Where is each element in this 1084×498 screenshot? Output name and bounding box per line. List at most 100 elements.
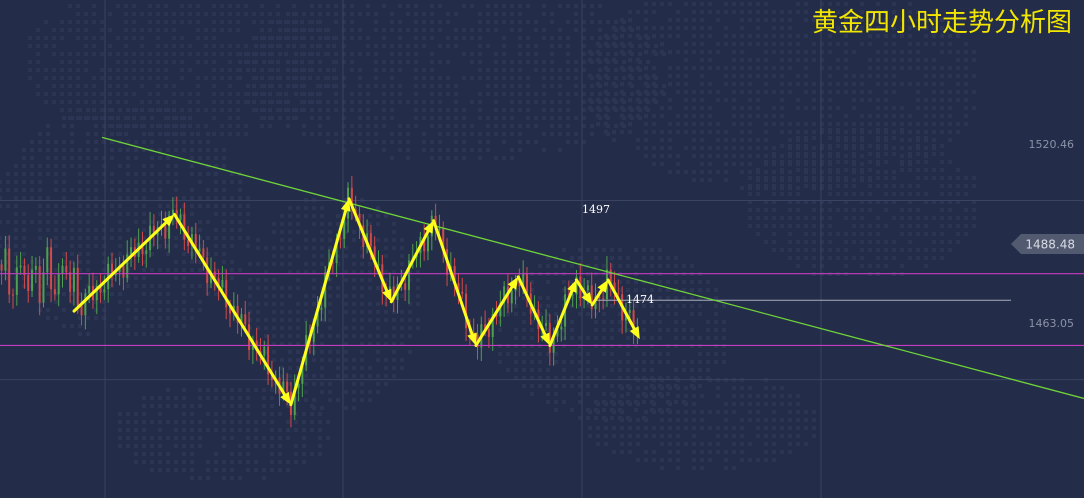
map-dot — [692, 42, 696, 46]
map-dot — [30, 220, 34, 224]
map-dot — [92, 52, 96, 56]
map-dot — [238, 60, 242, 64]
map-dot — [78, 196, 82, 200]
map-dot — [262, 404, 266, 408]
map-dot — [812, 130, 816, 134]
map-dot — [494, 124, 498, 128]
map-dot — [788, 42, 792, 46]
map-dot — [212, 44, 216, 48]
map-dot — [668, 458, 672, 462]
map-dot — [392, 230, 396, 234]
map-dot — [182, 116, 186, 120]
map-dot — [740, 114, 744, 118]
map-dot — [940, 256, 944, 260]
map-dot — [398, 44, 402, 48]
map-dot — [214, 156, 218, 160]
candle-body — [122, 265, 125, 278]
map-dot — [262, 420, 266, 424]
map-dot — [876, 264, 880, 268]
map-dot — [652, 50, 656, 54]
map-dot — [142, 276, 146, 280]
map-dot — [772, 192, 776, 196]
map-dot — [828, 240, 832, 244]
map-dot — [812, 98, 816, 102]
map-dot — [140, 68, 144, 72]
map-dot — [164, 76, 168, 80]
map-dot — [222, 260, 226, 264]
map-dot — [700, 410, 704, 414]
map-dot — [344, 390, 348, 394]
map-dot — [296, 358, 300, 362]
map-dot — [764, 426, 768, 430]
candle-body — [617, 293, 620, 295]
map-dot — [392, 366, 396, 370]
map-dot — [46, 124, 50, 128]
map-dot — [636, 418, 640, 422]
map-dot — [228, 68, 232, 72]
map-dot — [288, 334, 292, 338]
map-dot — [36, 44, 40, 48]
map-dot — [344, 294, 348, 298]
map-dot — [326, 140, 330, 144]
map-dot — [312, 246, 316, 250]
map-dot — [22, 148, 26, 152]
map-dot — [236, 132, 240, 136]
map-dot — [328, 398, 332, 402]
map-dot — [614, 68, 618, 72]
map-dot — [196, 28, 200, 32]
map-dot — [756, 34, 760, 38]
map-dot — [780, 58, 784, 62]
map-dot — [230, 428, 234, 432]
map-dot — [796, 418, 800, 422]
map-dot — [94, 308, 98, 312]
map-dot — [38, 228, 42, 232]
map-dot — [900, 58, 904, 62]
map-dot — [526, 116, 530, 120]
map-dot — [628, 50, 632, 54]
map-dot — [76, 92, 80, 96]
map-dot — [588, 58, 592, 62]
map-dot — [228, 76, 232, 80]
map-dot — [684, 106, 688, 110]
map-dot — [812, 232, 816, 236]
map-dot — [140, 52, 144, 56]
map-dot — [626, 328, 630, 332]
map-dot — [310, 68, 314, 72]
map-dot — [772, 42, 776, 46]
map-dot — [612, 26, 616, 30]
map-dot — [652, 162, 656, 166]
map-dot — [126, 420, 130, 424]
map-dot — [698, 280, 702, 284]
map-dot — [892, 216, 896, 220]
map-dot — [310, 100, 314, 104]
map-dot — [470, 52, 474, 56]
map-dot — [884, 66, 888, 70]
map-dot — [940, 216, 944, 220]
map-dot — [286, 12, 290, 16]
map-dot — [140, 12, 144, 16]
map-dot — [308, 76, 312, 80]
map-dot — [764, 216, 768, 220]
map-dot — [252, 84, 256, 88]
map-dot — [852, 224, 856, 228]
map-dot — [900, 168, 904, 172]
map-dot — [36, 36, 40, 40]
map-dot — [256, 310, 260, 314]
map-dot — [502, 132, 506, 136]
map-dot — [142, 444, 146, 448]
map-dot — [620, 130, 624, 134]
map-dot — [360, 286, 364, 290]
map-dot — [518, 76, 522, 80]
map-dot — [908, 50, 912, 54]
map-dot — [132, 60, 136, 64]
map-dot — [804, 256, 808, 260]
map-dot — [334, 140, 338, 144]
candle-body — [320, 307, 323, 310]
map-dot — [684, 74, 688, 78]
map-dot — [288, 358, 292, 362]
map-dot — [642, 328, 646, 332]
map-dot — [270, 388, 274, 392]
map-dot — [526, 108, 530, 112]
map-dot — [860, 264, 864, 268]
map-dot — [390, 60, 394, 64]
